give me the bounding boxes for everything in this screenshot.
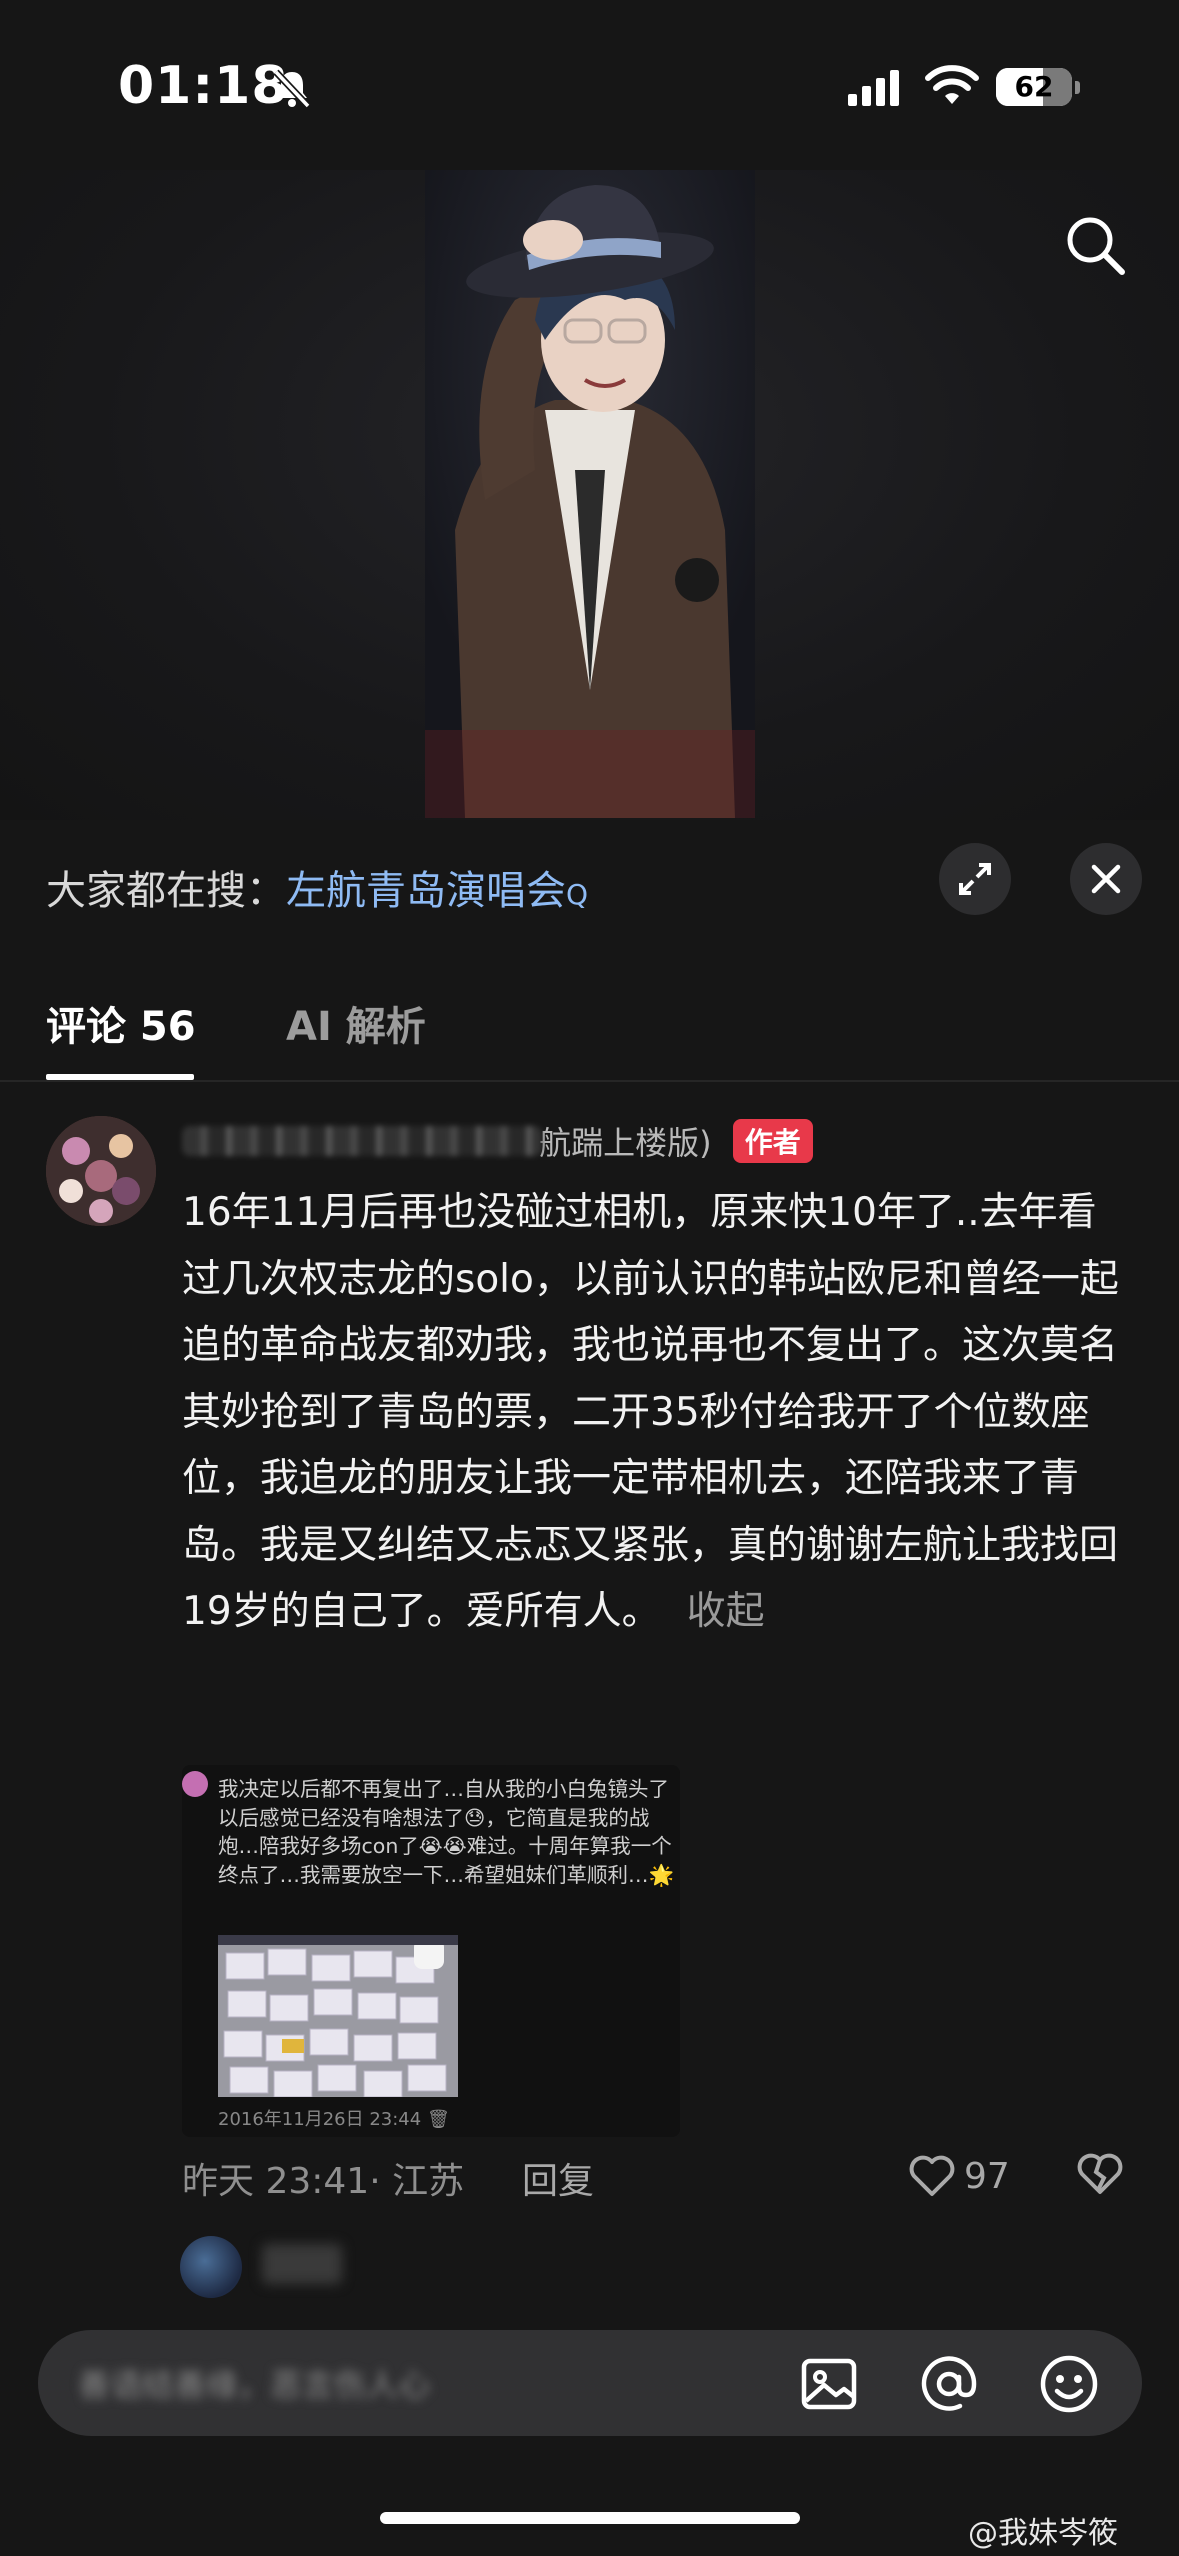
battery-indicator: 62: [996, 64, 1080, 108]
status-bar: 01:18 62: [0, 0, 1179, 170]
divider: [0, 1080, 1179, 1082]
close-button[interactable]: [1070, 843, 1142, 915]
home-indicator[interactable]: [380, 2512, 800, 2524]
comment-body: 16年11月后再也没碰过相机，原来快10年了..去年看过几次权志龙的solo，以…: [182, 1180, 1132, 1646]
author-name: 航踹上楼版): [539, 1124, 712, 1162]
author-badge: 作者: [732, 1119, 813, 1163]
broken-heart-icon[interactable]: [1076, 2152, 1124, 2198]
cellular-signal-icon: [848, 70, 899, 106]
comment-input-placeholder: 善语结善缘，恶言伤人心: [78, 2366, 431, 2400]
like-count: 97: [964, 2156, 1010, 2197]
reply-button[interactable]: 回复: [522, 2152, 594, 2204]
embed-avatar: [182, 1771, 208, 1797]
reply-avatar[interactable]: [180, 2236, 242, 2298]
mention-icon[interactable]: [918, 2353, 980, 2415]
collapse-link[interactable]: 收起: [687, 1589, 765, 1634]
hot-search-keyword[interactable]: 左航青岛演唱会: [286, 868, 566, 914]
post-photo[interactable]: [425, 170, 755, 818]
tab-ai-analysis[interactable]: AI 解析: [286, 994, 426, 1052]
embed-date: 2016年11月26日 23:44 🗑: [218, 2109, 450, 2130]
expand-icon: [959, 863, 991, 895]
emoji-icon[interactable]: [1038, 2353, 1100, 2415]
avatar[interactable]: [46, 1116, 156, 1226]
search-small-icon: Q: [566, 878, 589, 911]
search-icon[interactable]: [1060, 210, 1130, 280]
close-icon: [1091, 864, 1121, 894]
comment-text: 16年11月后再也没碰过相机，原来快10年了..去年看过几次权志龙的solo，以…: [182, 1190, 1119, 1634]
status-time: 01:18: [118, 56, 289, 116]
bell-muted-icon: [273, 69, 311, 109]
weibo-watermark: @我妹岑筱: [968, 2516, 1118, 2551]
battery-level: 62: [1014, 70, 1054, 103]
post-media-area: [0, 170, 1179, 820]
reply-author-blurred: [262, 2244, 342, 2284]
expand-button[interactable]: [939, 843, 1011, 915]
comment-image[interactable]: 我决定以后都不再复出了…自从我的小白兔镜头了以后感觉已经没有啥想法了😓，它简直是…: [182, 1765, 680, 2137]
hot-search-bar[interactable]: 大家都在搜：左航青岛演唱会Q: [46, 858, 588, 916]
tab-comments[interactable]: 评论 56: [46, 994, 196, 1052]
blurred-author-name: [182, 1126, 542, 1156]
comment-author-row[interactable]: 航踹上楼版) 作者: [182, 1118, 813, 1166]
comment-input[interactable]: 善语结善缘，恶言伤人心: [38, 2330, 1142, 2436]
heart-icon: [909, 2155, 955, 2196]
hot-search-prefix: 大家都在搜：: [46, 868, 286, 914]
comment-time-location: 昨天 23:41· 江苏: [182, 2161, 465, 2202]
embed-photo: [218, 1935, 458, 2097]
image-icon[interactable]: [798, 2353, 860, 2415]
comment-meta: 昨天 23:41· 江苏 回复: [182, 2152, 594, 2204]
embed-post-text: 我决定以后都不再复出了…自从我的小白兔镜头了以后感觉已经没有啥想法了😓，它简直是…: [218, 1777, 675, 1887]
wifi-icon: [925, 65, 979, 104]
